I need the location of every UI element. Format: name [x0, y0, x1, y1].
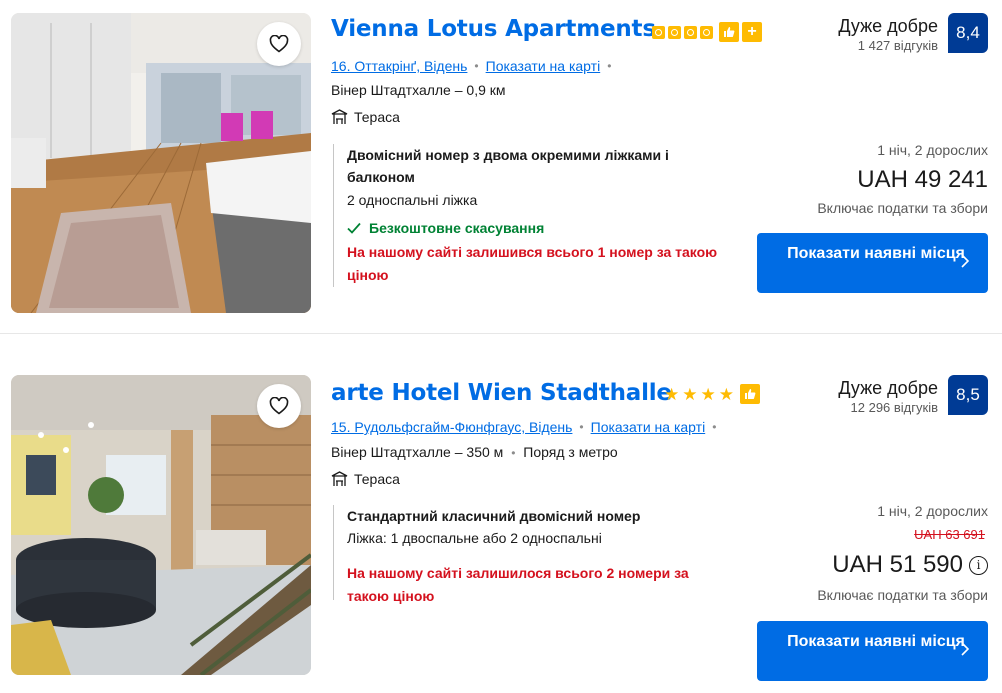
price-value: UAH 49 241	[857, 166, 988, 193]
checkmark-icon	[347, 222, 361, 234]
star-icon: ★	[718, 384, 734, 404]
plus-icon[interactable]: +	[742, 22, 762, 42]
card-divider	[0, 333, 1002, 334]
heart-icon	[269, 35, 289, 53]
review-summary[interactable]: Дуже добре 12 296 відгуків	[838, 377, 938, 416]
show-on-map-link[interactable]: Показати на карті	[486, 58, 601, 74]
show-availability-button[interactable]: Показати наявні місця	[757, 621, 988, 681]
score-label: Дуже добре	[838, 378, 938, 398]
price: UAH 49 241	[857, 166, 988, 194]
review-summary[interactable]: Дуже добре 1 427 відгуків	[838, 15, 938, 54]
heart-icon	[269, 397, 289, 415]
star-icon: ★	[682, 384, 698, 404]
cancellation-label: Безкоштовне скасування	[369, 220, 545, 236]
star-icon: ★	[700, 384, 716, 404]
stay-summary: 1 ніч, 2 дорослих	[877, 503, 988, 519]
separator-dot: •	[474, 59, 479, 73]
room-name: Стандартний класичний двомісний номер	[347, 508, 641, 524]
metro-text: Поряд з метро	[523, 444, 618, 460]
location-line: 15. Рудольфсгайм-Фюнфгаус, Відень • Пока…	[331, 419, 723, 435]
property-card: arte Hotel Wien Stadthalle ★ ★ ★ ★ 15. Р…	[0, 361, 1002, 693]
rating-square-icon	[684, 25, 697, 39]
distance-text: Вінер Штадтхалле – 350 м	[331, 444, 504, 460]
property-card: Vienna Lotus Apartments + 16. Оттакрінґ,…	[0, 0, 1002, 330]
bed-info: Ліжка: 1 двоспальне або 2 односпальні	[347, 530, 602, 546]
feature-label: Тераса	[354, 109, 400, 125]
separator-dot: •	[579, 420, 584, 434]
score-label: Дуже добре	[838, 16, 938, 36]
room-name: Двомісний номер з двома окремими ліжками…	[347, 147, 669, 185]
save-favorite-button[interactable]	[257, 384, 301, 428]
review-score-badge[interactable]: 8,4	[948, 13, 988, 53]
price-value: UAH 51 590	[832, 551, 963, 578]
separator-dot: •	[511, 446, 516, 460]
button-label: Показати наявні місця	[787, 245, 965, 262]
price: UAH 51 590 i	[832, 551, 988, 579]
show-availability-button[interactable]: Показати наявні місця	[757, 233, 988, 293]
stay-summary: 1 ніч, 2 дорослих	[877, 142, 988, 158]
thumbs-up-icon[interactable]	[740, 384, 760, 404]
property-name-link[interactable]: Vienna Lotus Apartments	[331, 16, 656, 42]
address-link[interactable]: 15. Рудольфсгайм-Фюнфгаус, Відень	[331, 419, 572, 435]
feature-line: Тераса	[331, 109, 400, 125]
rating-badges: ★ ★ ★ ★	[664, 384, 760, 404]
property-photo[interactable]	[11, 13, 311, 313]
scarcity-message: На нашому сайті залишилося всього 2 номе…	[347, 565, 689, 604]
room-details: Двомісний номер з двома окремими ліжками…	[333, 144, 723, 287]
rating-square-icon	[652, 25, 665, 39]
free-cancellation: Безкоштовне скасування	[347, 217, 723, 239]
thumbs-up-icon[interactable]	[719, 22, 739, 42]
review-score-badge[interactable]: 8,5	[948, 375, 988, 415]
address-link[interactable]: 16. Оттакрінґ, Відень	[331, 58, 467, 74]
bed-info: 2 односпальні ліжка	[347, 192, 478, 208]
save-favorite-button[interactable]	[257, 22, 301, 66]
rating-badges: +	[652, 22, 762, 42]
taxes-note: Включає податки та збори	[817, 200, 988, 216]
review-count: 1 427 відгуків	[857, 38, 938, 53]
distance-line: Вінер Штадтхалле – 350 м • Поряд з метро	[331, 444, 618, 460]
separator-dot: •	[607, 59, 612, 73]
separator-dot: •	[712, 420, 717, 434]
feature-line: Тераса	[331, 471, 400, 487]
location-line: 16. Оттакрінґ, Відень • Показати на карт…	[331, 58, 618, 74]
terrace-icon	[331, 471, 348, 486]
chevron-right-icon	[961, 642, 970, 656]
rating-square-icon	[700, 25, 713, 39]
distance-text: Вінер Штадтхалле – 0,9 км	[331, 82, 506, 98]
property-photo[interactable]	[11, 375, 311, 675]
scarcity-message: На нашому сайті залишився всього 1 номер…	[347, 244, 718, 283]
room-details: Стандартний класичний двомісний номер Лі…	[333, 505, 723, 604]
property-name-link[interactable]: arte Hotel Wien Stadthalle	[331, 380, 672, 406]
star-icon: ★	[664, 384, 680, 404]
rating-square-icon	[668, 25, 681, 39]
original-price: UAH 63 691	[914, 527, 985, 542]
button-label: Показати наявні місця	[787, 633, 965, 650]
chevron-right-icon	[961, 254, 970, 268]
show-on-map-link[interactable]: Показати на карті	[591, 419, 706, 435]
terrace-icon	[331, 109, 348, 124]
feature-label: Тераса	[354, 471, 400, 487]
info-icon[interactable]: i	[969, 555, 988, 575]
taxes-note: Включає податки та збори	[817, 587, 988, 603]
review-count: 12 296 відгуків	[850, 400, 938, 415]
